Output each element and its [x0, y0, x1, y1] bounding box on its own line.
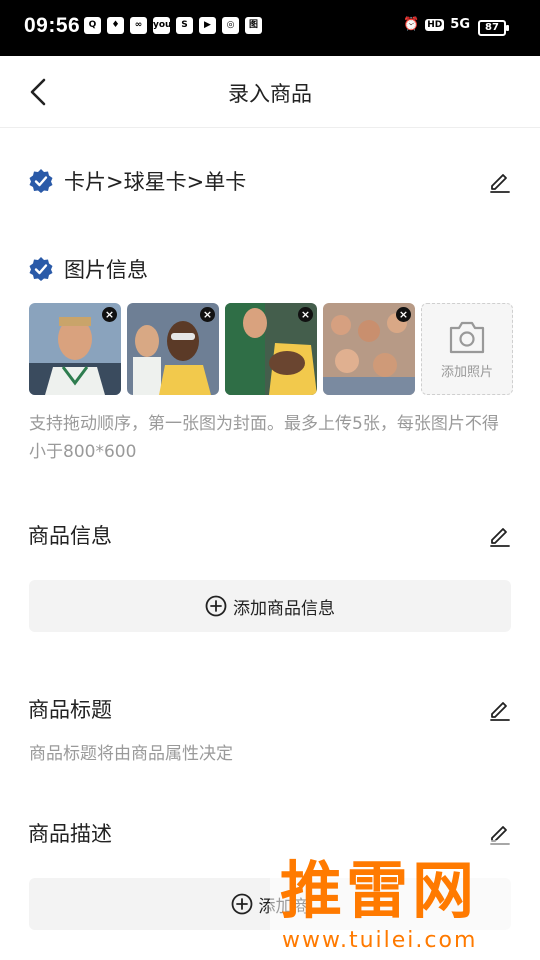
add-photo-label: 添加照片	[440, 364, 493, 380]
watermark-logo: 推雷网	[280, 854, 479, 927]
battery-icon: 87	[478, 20, 509, 36]
edit-icon[interactable]	[488, 169, 512, 193]
edit-icon[interactable]	[488, 697, 512, 721]
photo-thumbnail[interactable]: ×	[225, 303, 317, 395]
camera-icon	[449, 321, 485, 353]
add-product-info-label: 添加商品信息	[233, 598, 335, 619]
app-icon: Q	[84, 17, 101, 34]
images-section-header: 图片信息	[28, 254, 512, 284]
product-title-hint: 商品标题将由商品属性决定	[29, 744, 233, 764]
status-time: 09:56	[24, 14, 81, 37]
product-info-heading: 商品信息	[28, 524, 112, 548]
remove-photo-icon[interactable]: ×	[200, 307, 215, 322]
status-indicators: ⏰ HD 5G	[403, 17, 470, 32]
add-photo-button[interactable]: 添加照片	[421, 303, 513, 395]
verified-check-icon	[29, 257, 53, 281]
remove-photo-icon[interactable]: ×	[396, 307, 411, 322]
category-row[interactable]: 卡片>球星卡>单卡	[28, 166, 512, 196]
edit-icon[interactable]	[488, 523, 512, 547]
app-icon: ∞	[130, 17, 147, 34]
product-title-header: 商品标题	[28, 694, 512, 724]
category-path: 卡片>球星卡>单卡	[64, 170, 247, 194]
product-description-heading: 商品描述	[28, 822, 112, 846]
plus-circle-icon	[205, 595, 227, 617]
app-icon: ◎	[222, 17, 239, 34]
status-bar: 09:56 Q ♦ ∞ you S ▶ ◎ 图 ⏰ HD 5G 87	[0, 0, 540, 56]
app-icon: ♦	[107, 17, 124, 34]
product-info-header: 商品信息	[28, 520, 512, 550]
images-hint: 支持拖动顺序，第一张图为封面。最多上传5张，每张图片不得小于800*600	[29, 414, 499, 462]
photo-list: × × × × 添加照片	[29, 303, 513, 395]
app-icon: you	[153, 17, 171, 34]
product-title-heading: 商品标题	[28, 698, 112, 722]
alarm-icon: ⏰	[403, 17, 420, 32]
remove-photo-icon[interactable]: ×	[298, 307, 313, 322]
status-app-icons: Q ♦ ∞ you S ▶ ◎ 图	[84, 17, 262, 34]
signal-icon: 5G	[450, 17, 470, 32]
images-section-heading: 图片信息	[64, 258, 148, 282]
photo-thumbnail[interactable]: ×	[323, 303, 415, 395]
photo-thumbnail[interactable]: ×	[127, 303, 219, 395]
photo-thumbnail[interactable]: ×	[29, 303, 121, 395]
remove-photo-icon[interactable]: ×	[102, 307, 117, 322]
app-icon: 图	[245, 17, 262, 34]
watermark: 推雷网 www.tuilei.com	[270, 840, 540, 960]
title-bar: 录入商品	[0, 56, 540, 128]
hd-badge: HD	[425, 18, 445, 31]
app-icon: ▶	[199, 17, 216, 34]
page-title: 录入商品	[228, 82, 312, 106]
add-product-info-button[interactable]: 添加商品信息	[29, 580, 511, 632]
verified-check-icon	[29, 169, 53, 193]
plus-circle-icon	[231, 893, 252, 915]
watermark-url: www.tuilei.com	[282, 928, 478, 953]
app-icon: S	[176, 17, 193, 34]
